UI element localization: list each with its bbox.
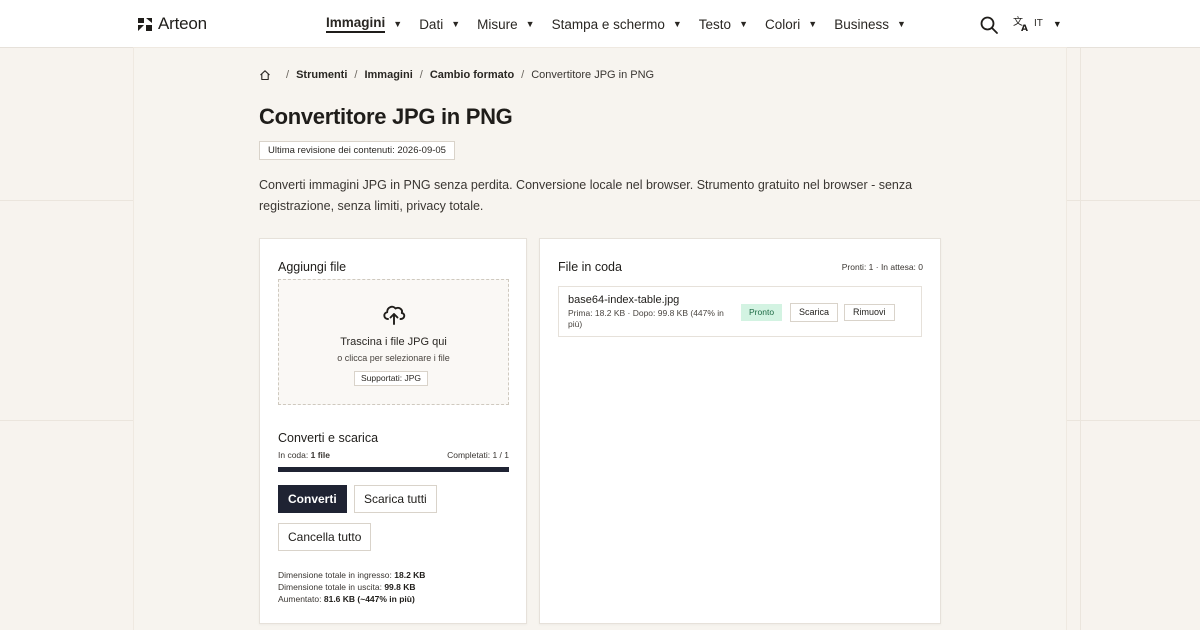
breadcrumb: / Strumenti / Immagini / Cambio formato … — [259, 69, 654, 81]
nav-item-immagini[interactable]: Immagini ▼ — [326, 15, 402, 33]
chevron-down-icon: ▼ — [1052, 18, 1062, 29]
size-increase: Aumentato: 81.6 KB (~447% in più) — [278, 593, 425, 605]
chevron-down-icon: ▼ — [896, 19, 906, 29]
breadcrumb-link-cambio-formato[interactable]: Cambio formato — [430, 69, 514, 81]
download-file-button[interactable]: Scarica — [790, 303, 839, 322]
remove-file-button[interactable]: Rimuovi — [844, 304, 895, 321]
chevron-down-icon: ▼ — [393, 19, 403, 29]
progress-bar — [278, 467, 509, 472]
file-dropzone[interactable]: Trascina i file JPG qui o clicca per sel… — [278, 279, 509, 405]
revision-badge: Ultima revisione dei contenuti: 2026-09-… — [259, 141, 455, 160]
nav-label: Dati — [419, 16, 444, 32]
chevron-down-icon: ▼ — [672, 19, 682, 29]
breadcrumb-separator: / — [521, 69, 525, 81]
search-icon[interactable] — [979, 15, 999, 35]
nav-label: Colori — [765, 16, 801, 32]
queued-label: In coda: — [278, 450, 309, 460]
language-selector[interactable]: 文 A IT ▼ — [1013, 15, 1062, 32]
main-content: / Strumenti / Immagini / Cambio formato … — [134, 48, 1066, 630]
page-title: Convertitore JPG in PNG — [259, 104, 513, 129]
queued-count: In coda: 1 file — [278, 450, 330, 460]
list-item: base64-index-table.jpg Prima: 18.2 KB · … — [558, 286, 922, 337]
total-input-size: Dimensione totale in ingresso: 18.2 KB — [278, 569, 425, 581]
brand-name: Arteon — [158, 14, 207, 33]
brand-logo-icon — [138, 18, 152, 31]
nav-label: Testo — [698, 16, 732, 32]
nav-item-colori[interactable]: Colori ▼ — [765, 15, 817, 33]
main-nav: Immagini ▼ Dati ▼ Misure ▼ Stampa e sche… — [326, 15, 923, 33]
completed-count: Completati: 1 / 1 — [447, 450, 509, 460]
top-header: Arteon Immagini ▼ Dati ▼ Misure ▼ Stampa… — [0, 0, 1200, 48]
nav-label: Business — [834, 16, 889, 32]
breadcrumb-separator: / — [419, 69, 423, 81]
svg-text:A: A — [1021, 24, 1028, 32]
convert-button[interactable]: Converti — [278, 485, 347, 513]
size-totals: Dimensione totale in ingresso: 18.2 KB D… — [278, 569, 425, 605]
translate-icon: 文 A — [1013, 15, 1028, 32]
breadcrumb-current: Convertitore JPG in PNG — [531, 69, 655, 81]
chevron-down-icon: ▼ — [451, 19, 461, 29]
size-increase-value: 81.6 KB (~447% in più) — [323, 594, 415, 604]
breadcrumb-link-strumenti[interactable]: Strumenti — [296, 69, 347, 81]
nav-item-misure[interactable]: Misure ▼ — [477, 15, 534, 33]
chevron-down-icon: ▼ — [808, 19, 818, 29]
convert-section-title: Converti e scarica — [278, 431, 379, 445]
page-description: Converti immagini JPG in PNG senza perdi… — [259, 178, 913, 213]
total-output-size: Dimensione totale in uscita: 99.8 KB — [278, 581, 425, 593]
file-size-meta: Prima: 18.2 KB · Dopo: 99.8 KB (447% in … — [568, 308, 724, 329]
queued-value: 1 file — [310, 450, 330, 460]
chevron-down-icon: ▼ — [525, 19, 535, 29]
nav-item-stampa-e-schermo[interactable]: Stampa e schermo ▼ — [552, 15, 682, 33]
queue-stats: In coda: 1 file Completati: 1 / 1 — [278, 450, 509, 460]
nav-item-dati[interactable]: Dati ▼ — [419, 15, 460, 33]
supported-formats-badge: Supportati: JPG — [354, 371, 429, 386]
file-queue-title: File in coda — [558, 260, 622, 274]
add-files-card: Aggiungi file Trascina i file JPG qui o … — [259, 238, 527, 624]
total-output-label: Dimensione totale in uscita: — [278, 582, 382, 592]
breadcrumb-link-immagini[interactable]: Immagini — [364, 69, 412, 81]
clear-all-button[interactable]: Cancella tutto — [278, 523, 372, 551]
download-all-button[interactable]: Scarica tutti — [354, 485, 437, 513]
cloud-upload-icon — [383, 305, 406, 325]
breadcrumb-separator: / — [354, 69, 358, 81]
dropzone-subtitle: o clicca per selezionare i file — [337, 353, 450, 363]
add-files-title: Aggiungi file — [278, 260, 347, 274]
nav-label: Stampa e schermo — [551, 16, 665, 32]
queue-status-count: Pronti: 1 · In attesa: 0 — [841, 262, 923, 272]
dropzone-title: Trascina i file JPG qui — [340, 336, 447, 348]
chevron-down-icon: ▼ — [739, 19, 748, 29]
size-increase-label: Aumentato: — [278, 594, 322, 604]
status-badge: Pronto — [741, 304, 783, 321]
nav-item-business[interactable]: Business ▼ — [834, 15, 906, 33]
file-queue-card: File in coda Pronti: 1 · In attesa: 0 ba… — [539, 238, 941, 624]
nav-label: Misure — [477, 16, 518, 32]
total-output-value: 99.8 KB — [384, 582, 416, 592]
breadcrumb-separator: / — [286, 69, 290, 81]
language-code: IT — [1034, 18, 1043, 29]
file-name: base64-index-table.jpg — [568, 294, 680, 306]
total-input-label: Dimensione totale in ingresso: — [278, 570, 392, 580]
nav-item-testo[interactable]: Testo ▼ — [699, 15, 748, 33]
brand-logo[interactable]: Arteon — [137, 14, 207, 34]
total-input-value: 18.2 KB — [394, 570, 426, 580]
home-icon[interactable] — [259, 69, 271, 81]
nav-label: Immagini — [326, 15, 386, 33]
